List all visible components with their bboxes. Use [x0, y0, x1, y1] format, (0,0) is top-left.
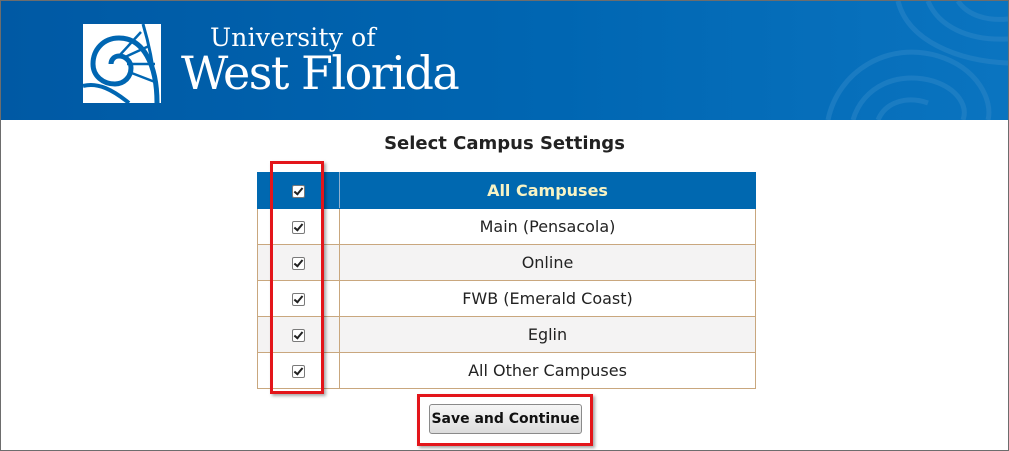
table-row: All Other Campuses [257, 352, 756, 389]
checkbox-column-highlight [270, 161, 324, 394]
save-button-highlight [417, 394, 593, 446]
table-row: Main (Pensacola) [257, 208, 756, 245]
campus-label: Main (Pensacola) [339, 208, 756, 245]
table-header-row: All Campuses [257, 172, 756, 209]
campus-label: FWB (Emerald Coast) [339, 280, 756, 317]
campus-label: Online [339, 244, 756, 281]
decorative-shell-pattern [825, 1, 1008, 120]
table-row: Eglin [257, 316, 756, 353]
campus-label: All Other Campuses [339, 352, 756, 389]
header-banner: University of West Florida [1, 1, 1008, 120]
nautilus-shell-icon [83, 24, 161, 103]
all-campuses-label: All Campuses [339, 172, 756, 209]
page-title: Select Campus Settings [384, 133, 625, 154]
campus-label: Eglin [339, 316, 756, 353]
table-row: Online [257, 244, 756, 281]
table-row: FWB (Emerald Coast) [257, 280, 756, 317]
screenshot-frame: University of West Florida Select Campus… [0, 0, 1009, 451]
logo-west-florida: West Florida [181, 46, 460, 100]
campus-table: All Campuses Main (Pensacola) Online FWB… [257, 172, 756, 389]
